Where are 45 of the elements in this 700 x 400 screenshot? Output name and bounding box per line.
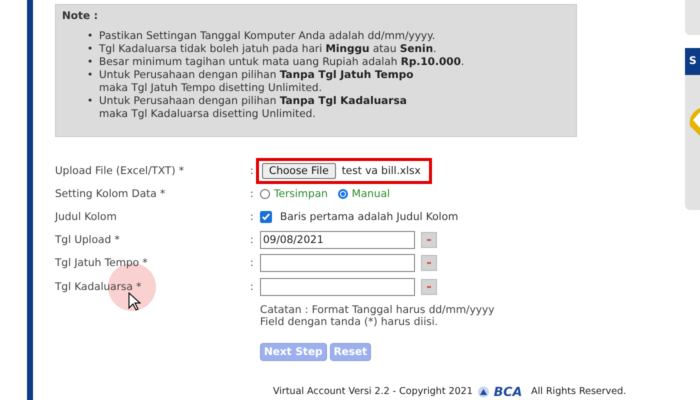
radio-button[interactable] — [260, 188, 270, 199]
colon: : — [250, 234, 255, 246]
note-item: Besar minimum tagihan untuk mata uang Rupiah adalah Rp.10.000. — [99, 56, 464, 69]
field-label: Judul Kolom — [55, 210, 117, 223]
colon: : — [250, 164, 255, 177]
choose-file-button[interactable]: Choose File — [262, 162, 336, 179]
bullet: • — [87, 69, 94, 83]
panel-header: S — [685, 48, 700, 75]
radio-label: Tersimpan — [274, 188, 328, 200]
bank-logo: BCA — [494, 384, 522, 399]
date-field[interactable]: 09/08/2021 — [260, 231, 415, 250]
hint-text: Field dengan tanda (*) harus diisi. — [260, 316, 439, 328]
logo-icon — [476, 386, 490, 398]
note-item: Tgl Kadaluarsa tidak boleh jatuh pada hari Minggu atau Senin. — [99, 43, 436, 56]
date-field[interactable] — [260, 254, 415, 272]
field-label: Upload File (Excel/TXT) * — [55, 164, 184, 177]
footer-text: Virtual Account Versi 2.2 - Copyright 2021 — [273, 386, 473, 397]
checkbox-label: Baris pertama adalah Judul Kolom — [280, 210, 458, 223]
field-label: Setting Kolom Data * — [55, 188, 166, 200]
footer-rights: All Rights Reserved. — [531, 386, 626, 397]
colon: : — [250, 210, 255, 223]
field-label: Tgl Upload * — [55, 234, 120, 246]
calendar-icon[interactable] — [421, 278, 437, 295]
colon: : — [250, 257, 255, 270]
file-name: test va bill.xlsx — [342, 164, 421, 177]
checkbox[interactable] — [260, 210, 272, 223]
bullet: • — [87, 43, 94, 56]
hint-text: Catatan : Format Tanggal harus dd/mm/yyyy — [260, 304, 496, 316]
radio-label: Manual — [352, 188, 390, 200]
field-label: Tgl Kadaluarsa * — [55, 280, 142, 293]
note-title: Note : — [62, 10, 99, 22]
field-label: Tgl Jatuh Tempo * — [55, 257, 148, 270]
note-item: Untuk Perusahaan dengan pilihan Tanpa Tgl Jatuh Tempo maka Tgl Jatuh Tempo disetting Unlimited. — [99, 69, 414, 95]
calendar-icon[interactable] — [421, 255, 437, 272]
date-field[interactable] — [260, 278, 415, 296]
note-item: Pastikan Settingan Tanggal Komputer Anda adalah dd/mm/yyyy. — [99, 30, 436, 43]
cursor-icon — [128, 292, 141, 311]
colon: : — [250, 188, 255, 200]
bullet: • — [87, 95, 94, 109]
calendar-icon[interactable] — [421, 232, 437, 248]
radio-button[interactable] — [338, 188, 348, 199]
bullet: • — [87, 56, 94, 69]
colon: : — [250, 280, 255, 293]
bullet: • — [87, 30, 94, 43]
note-item: Untuk Perusahaan dengan pilihan Tanpa Tgl Kadaluarsa maka Tgl Kadaluarsa disetting Unlimited. — [99, 95, 407, 121]
